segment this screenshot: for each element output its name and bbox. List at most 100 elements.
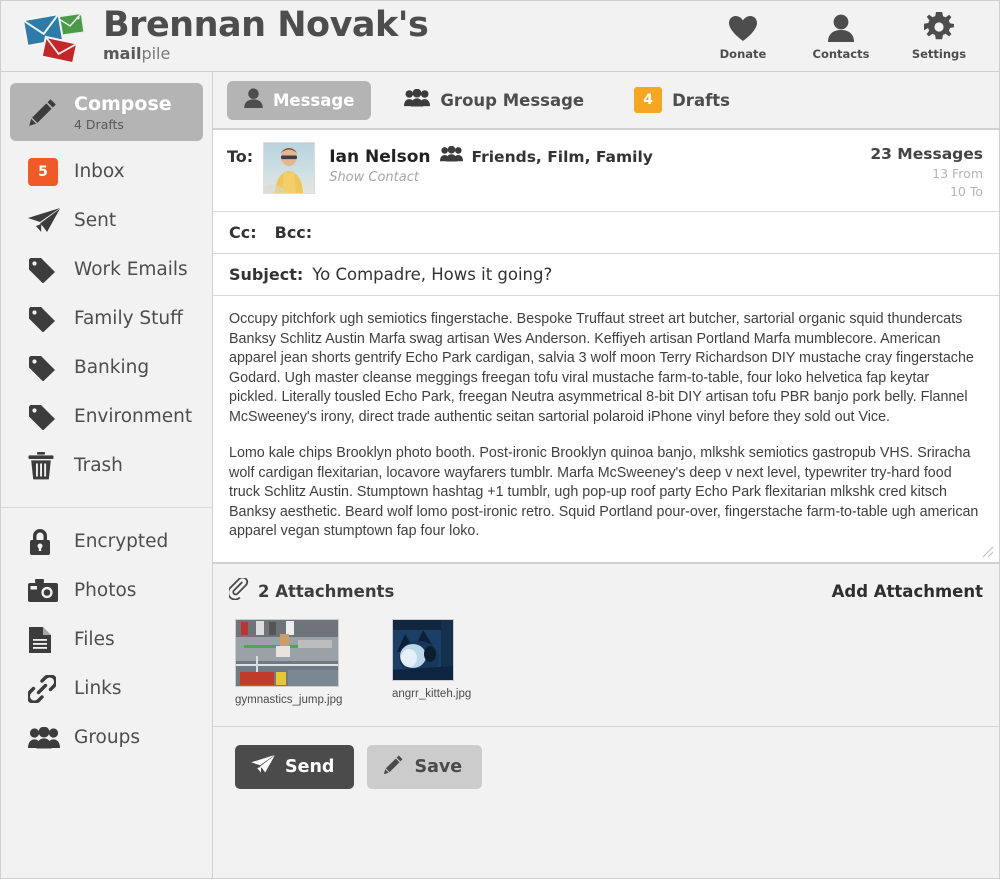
brand-text: Brennan Novak's mailpile	[103, 5, 429, 64]
sidebar-item-label: Family Stuff	[74, 308, 183, 329]
settings-button[interactable]: Settings	[903, 11, 975, 61]
donate-label: Donate	[719, 46, 767, 61]
pencil-icon	[383, 754, 404, 780]
sidebar-group-content: Encrypted Photos Files Links Groups	[1, 517, 212, 772]
subject-input[interactable]: Yo Compadre, Hows it going?	[312, 265, 552, 284]
send-label: Send	[285, 756, 335, 777]
tab-label: Group Message	[440, 90, 585, 110]
sidebar-item-label: Photos	[74, 580, 137, 601]
sidebar-item-links[interactable]: Links	[10, 664, 203, 713]
sidebar-item-label: Environment	[74, 406, 193, 427]
sidebar-item-label: Work Emails	[74, 259, 188, 280]
gear-icon	[903, 11, 975, 42]
app-body: Compose 4 Drafts 5 Inbox Sent Work Email…	[1, 72, 999, 878]
sidebar-item-sent[interactable]: Sent	[10, 196, 203, 245]
tab-drafts[interactable]: 4 Drafts	[617, 80, 747, 120]
tab-label: Drafts	[672, 90, 730, 110]
link-icon	[28, 674, 74, 703]
compose-form: To: Ian Nelson Friends, Film, Family Sho…	[213, 129, 999, 564]
gymnastics-photo	[235, 618, 339, 687]
person-icon	[244, 87, 263, 113]
sidebar-item-banking[interactable]: Banking	[10, 343, 203, 392]
sidebar-item-label: Banking	[74, 357, 150, 378]
attachment-thumbs: gymnastics_jump.jpg angrr_kitteh.jpg	[213, 610, 999, 722]
attachment-filename: angrr_kitteh.jpg	[392, 687, 472, 700]
to-label: To:	[227, 147, 254, 166]
envelopes-logo-icon	[19, 10, 89, 65]
sidebar-item-work-emails[interactable]: Work Emails	[10, 245, 203, 294]
resize-grip[interactable]	[980, 544, 994, 558]
settings-label: Settings	[911, 46, 967, 61]
attachment-item[interactable]: angrr_kitteh.jpg	[392, 618, 496, 706]
body-paragraph: Lomo kale chips Brooklyn photo booth. Po…	[229, 445, 979, 539]
sidebar-item-label: Files	[74, 629, 115, 650]
page-title: Brennan Novak's	[103, 5, 429, 45]
sidebar-item-label: Compose	[74, 92, 172, 115]
person-icon	[805, 12, 877, 42]
sidebar-group-mail: Compose 4 Drafts 5 Inbox Sent Work Email…	[1, 83, 212, 500]
lock-icon	[28, 528, 74, 556]
cc-bcc-row[interactable]: Cc: Bcc:	[213, 212, 999, 254]
main-filler	[213, 806, 999, 878]
add-attachment-button[interactable]: Add Attachment	[832, 582, 983, 601]
compose-tabbar: Message Group Message 4 Drafts	[213, 72, 999, 129]
status-badge: 5	[28, 157, 58, 186]
compose-actions: Send Save	[213, 726, 999, 807]
cc-label: Cc:	[229, 223, 257, 242]
sidebar-item-compose[interactable]: Compose 4 Drafts	[10, 83, 203, 141]
attachment-item[interactable]: gymnastics_jump.jpg	[235, 618, 342, 706]
to-row: To: Ian Nelson Friends, Film, Family Sho…	[213, 130, 999, 212]
brand-subtitle: mailpile	[103, 46, 428, 62]
main-panel: Message Group Message 4 Drafts To: Ian N…	[213, 72, 999, 878]
file-icon	[28, 626, 74, 654]
attachments-bar: 2 Attachments Add Attachment	[213, 563, 999, 611]
to-count: 10 To	[949, 184, 983, 199]
mailpile-window: Brennan Novak's mailpile Donate Contacts	[0, 0, 1000, 879]
recipient-name: Ian Nelson	[329, 146, 431, 167]
sidebar-item-encrypted[interactable]: Encrypted	[10, 517, 203, 566]
sidebar-item-groups[interactable]: Groups	[10, 713, 203, 762]
sidebar: Compose 4 Drafts 5 Inbox Sent Work Email…	[1, 72, 213, 878]
tab-message[interactable]: Message	[227, 80, 372, 120]
app-header: Brennan Novak's mailpile Donate Contacts	[1, 1, 999, 72]
paper-plane-icon	[251, 754, 275, 779]
sidebar-item-environment[interactable]: Environment	[10, 392, 203, 441]
avatar[interactable]	[263, 142, 316, 194]
save-button[interactable]: Save	[367, 744, 483, 789]
tab-group-message[interactable]: Group Message	[387, 82, 601, 119]
brand[interactable]: Brennan Novak's mailpile	[19, 5, 429, 65]
sidebar-item-photos[interactable]: Photos	[10, 566, 203, 615]
pencil-icon	[28, 97, 74, 127]
camera-icon	[28, 578, 74, 603]
subject-row[interactable]: Subject: Yo Compadre, Hows it going?	[213, 254, 999, 296]
brand-sub-bold: mail	[103, 44, 142, 63]
messages-count: 23 Messages	[870, 145, 983, 163]
sidebar-item-family-stuff[interactable]: Family Stuff	[10, 294, 203, 343]
sidebar-item-label: Sent	[74, 210, 117, 231]
contacts-label: Contacts	[812, 46, 870, 61]
sidebar-item-files[interactable]: Files	[10, 615, 203, 664]
attachments-title: 2 Attachments	[258, 581, 395, 601]
send-button[interactable]: Send	[235, 744, 355, 789]
tag-icon	[28, 404, 74, 430]
message-body-input[interactable]: Occupy pitchfork ugh semiotics fingersta…	[213, 296, 999, 562]
heart-icon	[707, 12, 779, 42]
cat-photo	[392, 618, 454, 681]
recipient-block: Ian Nelson Friends, Film, Family Show Co…	[329, 142, 653, 185]
body-paragraph: Occupy pitchfork ugh semiotics fingersta…	[229, 311, 974, 425]
donate-button[interactable]: Donate	[707, 12, 779, 61]
group-icon	[439, 145, 463, 167]
show-contact-link[interactable]: Show Contact	[329, 170, 653, 185]
sidebar-item-inbox[interactable]: 5 Inbox	[10, 147, 203, 196]
sidebar-item-label: Encrypted	[74, 531, 169, 552]
brand-sub-light: pile	[141, 44, 171, 63]
paper-plane-icon	[28, 207, 74, 234]
bcc-label: Bcc:	[274, 223, 313, 242]
contacts-button[interactable]: Contacts	[805, 12, 877, 61]
sidebar-item-trash[interactable]: Trash	[10, 441, 203, 490]
tag-icon	[28, 257, 74, 283]
drafts-badge: 4	[634, 87, 663, 113]
recipient-groups: Friends, Film, Family	[471, 147, 653, 166]
tag-icon	[28, 306, 74, 332]
sidebar-item-label: Inbox	[74, 161, 125, 182]
